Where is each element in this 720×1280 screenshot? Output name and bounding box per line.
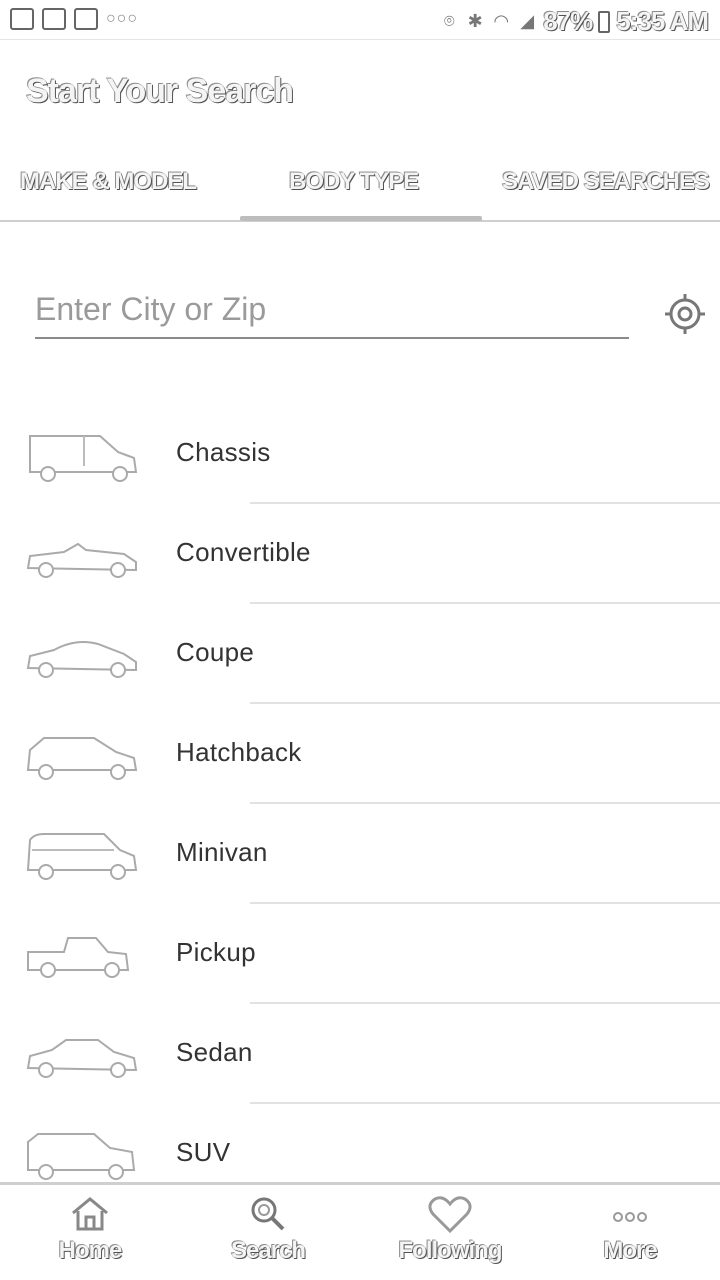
suv-icon — [27, 1133, 136, 1180]
home-icon — [72, 1197, 108, 1231]
more-notifications-icon: ○○○ — [106, 10, 138, 27]
system-status: ⌾ ✱ ◠ ◢ 87% 5:35 AM — [439, 6, 709, 37]
body-type-label: SUV — [176, 1137, 231, 1167]
nav-home[interactable]: Home — [20, 1195, 160, 1275]
body-type-item-coupe[interactable]: Coupe — [0, 604, 720, 704]
convertible-icon — [26, 542, 137, 578]
nav-more-label: More — [603, 1237, 657, 1264]
body-type-label: Chassis — [176, 437, 271, 467]
nav-following[interactable]: Following — [380, 1195, 520, 1275]
more-dots-icon — [613, 1212, 647, 1222]
status-bar: ○○○ ⌾ ✱ ◠ ◢ 87% 5:35 AM — [0, 0, 720, 40]
bottom-navigation: Home Search Following More — [0, 1182, 720, 1280]
hatchback-icon — [26, 737, 138, 780]
sedan-icon — [26, 1039, 138, 1078]
check-notification-icon — [42, 8, 66, 30]
search-icon — [251, 1197, 285, 1231]
heart-icon — [428, 1196, 472, 1233]
coupe-icon — [26, 641, 137, 678]
page-title: Start Your Search — [26, 72, 294, 110]
body-type-item-sedan[interactable]: Sedan — [0, 1004, 720, 1104]
body-type-label: Pickup — [176, 937, 256, 967]
body-type-label: Minivan — [176, 837, 268, 867]
signal-icon: ◢ — [520, 11, 535, 31]
body-type-label: Coupe — [176, 637, 255, 667]
van-icon — [29, 435, 138, 482]
battery-icon — [598, 10, 611, 33]
wifi-icon: ◠ — [493, 11, 510, 31]
nav-search[interactable]: Search — [198, 1195, 338, 1275]
nav-search-label: Search — [230, 1237, 306, 1264]
body-type-item-hatchback[interactable]: Hatchback — [0, 704, 720, 804]
current-location-button[interactable] — [664, 293, 706, 335]
minivan-icon — [26, 833, 138, 880]
tab-make-model[interactable]: MAKE & MODEL — [20, 168, 197, 196]
active-tab-indicator — [240, 216, 482, 221]
body-type-label: Convertible — [176, 537, 311, 567]
image-notification-icon — [10, 8, 34, 30]
bluetooth-icon: ✱ — [467, 11, 483, 31]
body-type-list: Chassis Convertible Coupe Hatchback Mini… — [0, 404, 720, 1204]
nav-home-label: Home — [58, 1237, 123, 1264]
notification-icons: ○○○ — [10, 8, 138, 30]
body-type-item-chassis[interactable]: Chassis — [0, 404, 720, 504]
clock: 5:35 AM — [616, 6, 709, 36]
nav-following-label: Following — [398, 1237, 503, 1264]
body-type-label: Sedan — [176, 1037, 253, 1067]
search-tabs: MAKE & MODEL BODY TYPE SAVED SEARCHES — [0, 150, 720, 222]
location-icon: ⌾ — [443, 11, 455, 31]
mail-notification-icon — [74, 8, 98, 30]
location-field — [35, 285, 629, 339]
city-zip-input[interactable] — [35, 285, 629, 333]
body-type-item-convertible[interactable]: Convertible — [0, 504, 720, 604]
nav-more[interactable]: More — [560, 1195, 700, 1275]
tab-body-type[interactable]: BODY TYPE — [289, 168, 419, 196]
tab-saved-searches[interactable]: SAVED SEARCHES — [502, 168, 710, 196]
pickup-icon — [27, 937, 130, 978]
body-type-item-pickup[interactable]: Pickup — [0, 904, 720, 1004]
crosshair-icon — [665, 294, 705, 334]
battery-percent: 87% — [543, 6, 593, 36]
body-type-label: Hatchback — [176, 737, 302, 767]
body-type-item-minivan[interactable]: Minivan — [0, 804, 720, 904]
